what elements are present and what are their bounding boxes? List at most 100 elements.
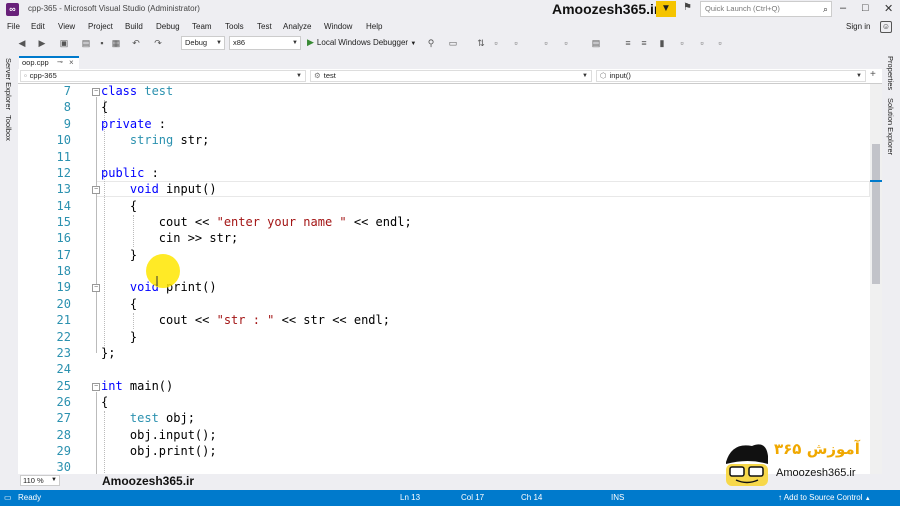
zoom-value: 110 % [23,476,44,485]
line-number: 17 [56,248,71,262]
comment-icon[interactable]: ▫ [510,37,522,49]
run-label: Local Windows Debugger [316,38,409,47]
notification-flag-icon[interactable]: ⚑ [683,2,692,13]
new-project-icon[interactable]: ▣ [58,37,70,49]
line-number: 22 [56,330,71,344]
start-debugging-button[interactable]: ▶ Local Windows Debugger ▼ [307,37,416,48]
add-to-source-control-button[interactable]: ↑ Add to Source Control ▲ [778,493,871,502]
close-icon[interactable]: × [69,58,74,68]
menu-analyze[interactable]: Analyze [283,22,311,31]
right-tool-panel: Properties Solution Explorer [882,52,900,490]
undo-icon[interactable]: ↶ [130,37,142,49]
menu-file[interactable]: File [7,22,20,31]
align-icon[interactable]: ≡ [622,37,634,49]
menu-project[interactable]: Project [88,22,113,31]
menu-view[interactable]: View [58,22,75,31]
indent-icon[interactable]: ▫ [560,37,572,49]
menu-build[interactable]: Build [125,22,143,31]
scope-name: test [323,71,336,80]
chevron-down-icon: ▼ [582,73,588,79]
back-icon[interactable]: ◀ [16,37,28,49]
method-icon: ⬡ [600,71,607,80]
collapse-icon[interactable]: − [92,383,100,391]
line-number: 23 [56,346,71,360]
class-icon: ⚙ [314,71,321,80]
code-editor[interactable]: 7 8 9 10 11 12 13 14 15 16 17 18 19 20 2… [18,84,870,474]
zoom-select[interactable]: 110 % ▼ [20,475,60,486]
line-number: 11 [56,150,71,164]
title-bar: ∞ cpp-365 - Microsoft Visual Studio (Adm… [0,0,900,19]
properties-tab[interactable]: Properties [886,56,895,90]
save-all-icon[interactable]: ▦ [110,37,122,49]
document-tab-strip: oop.cpp ⊸ × [18,55,882,71]
clear-bookmarks-icon[interactable]: ▫ [714,37,726,49]
forward-icon[interactable]: ▶ [36,37,48,49]
status-bar: ▭ Ready Ln 13 Col 17 Ch 14 INS ↑ Add to … [0,490,900,506]
vertical-scrollbar[interactable] [870,84,882,474]
line-number: 29 [56,444,71,458]
menu-debug[interactable]: Debug [156,22,180,31]
open-file-icon[interactable]: ▤ [80,37,92,49]
sign-in-link[interactable]: Sign in [846,22,870,31]
layout-icon[interactable]: ▭ [447,37,459,49]
toolbox-tab[interactable]: Toolbox [4,115,13,141]
configuration-select[interactable]: Debug ▼ [181,36,225,50]
solution-explorer-tab[interactable]: Solution Explorer [886,98,895,155]
collapse-icon[interactable]: − [92,284,100,292]
collapse-icon[interactable]: − [92,88,100,96]
line-number: 19 [56,280,71,294]
logo-persian-text: آموزش ۳۶۵ [774,440,860,458]
code-line: test obj; [129,411,195,425]
code-line: cout << "str : " << str << endl; [101,313,390,327]
minimize-button[interactable]: – [840,2,846,14]
attach-icon[interactable]: ⚲ [425,37,437,49]
menu-test[interactable]: Test [257,22,272,31]
menu-team[interactable]: Team [192,22,212,31]
code-line: { [101,199,138,213]
close-button[interactable]: ✕ [884,2,893,15]
filter-icon[interactable]: ▼ [656,1,676,17]
code-line: cin >> str; [101,231,239,245]
status-column: Col 17 [461,493,485,502]
code-line: cout << "enter your name " << endl; [101,215,412,229]
search-icon[interactable]: ⌕ [823,2,828,16]
menu-window[interactable]: Window [324,22,352,31]
line-number: 25 [56,379,71,393]
line-number: 10 [56,133,71,147]
left-tool-panel: Server Explorer Toolbox [0,52,18,490]
step-icon[interactable]: ⇅ [475,37,487,49]
project-icon: ▫ [24,71,27,80]
amoozesh-logo: آموزش ۳۶۵ Amoozesh365.ir [722,436,882,490]
redo-icon[interactable]: ↷ [152,37,164,49]
collapse-icon[interactable]: − [92,186,100,194]
prev-bookmark-icon[interactable]: ▫ [676,37,688,49]
menu-help[interactable]: Help [366,22,382,31]
member-dropdown[interactable]: ⬡ input() ▼ [596,70,866,82]
split-icon[interactable]: + [870,69,876,80]
line-number: 16 [56,231,71,245]
list-icon[interactable]: ≡ [638,37,650,49]
pin-icon[interactable]: ⊸ [57,58,63,68]
next-bookmark-icon[interactable]: ▫ [696,37,708,49]
outdent-icon[interactable]: ▤ [590,37,602,49]
bookmark-icon[interactable]: ▫ [490,37,502,49]
code-line: obj.input(); [101,428,217,442]
quick-launch-input[interactable]: Quick Launch (Ctrl+Q) ⌕ [700,1,832,17]
zoom-area: 110 % ▼ [18,474,98,486]
scope-dropdown[interactable]: ⚙ test ▼ [310,70,592,82]
bookmark-toggle-icon[interactable]: ▮ [656,37,668,49]
scrollbar-thumb[interactable] [872,144,880,284]
server-explorer-tab[interactable]: Server Explorer [4,58,13,110]
bottom-watermark: Amoozesh365.ir [102,474,195,488]
status-char: Ch 14 [521,493,543,502]
member-name: input() [609,71,631,80]
save-icon[interactable]: ▪ [96,37,108,49]
menu-tools[interactable]: Tools [225,22,244,31]
menu-edit[interactable]: Edit [31,22,45,31]
tab-oop-cpp[interactable]: oop.cpp ⊸ × [19,56,79,69]
uncomment-icon[interactable]: ▫ [540,37,552,49]
platform-select[interactable]: x86 ▼ [229,36,301,50]
maximize-button[interactable]: □ [862,2,869,14]
project-dropdown[interactable]: ▫ cpp-365 ▼ [20,70,306,82]
user-account-icon[interactable]: ☺ [880,21,892,33]
